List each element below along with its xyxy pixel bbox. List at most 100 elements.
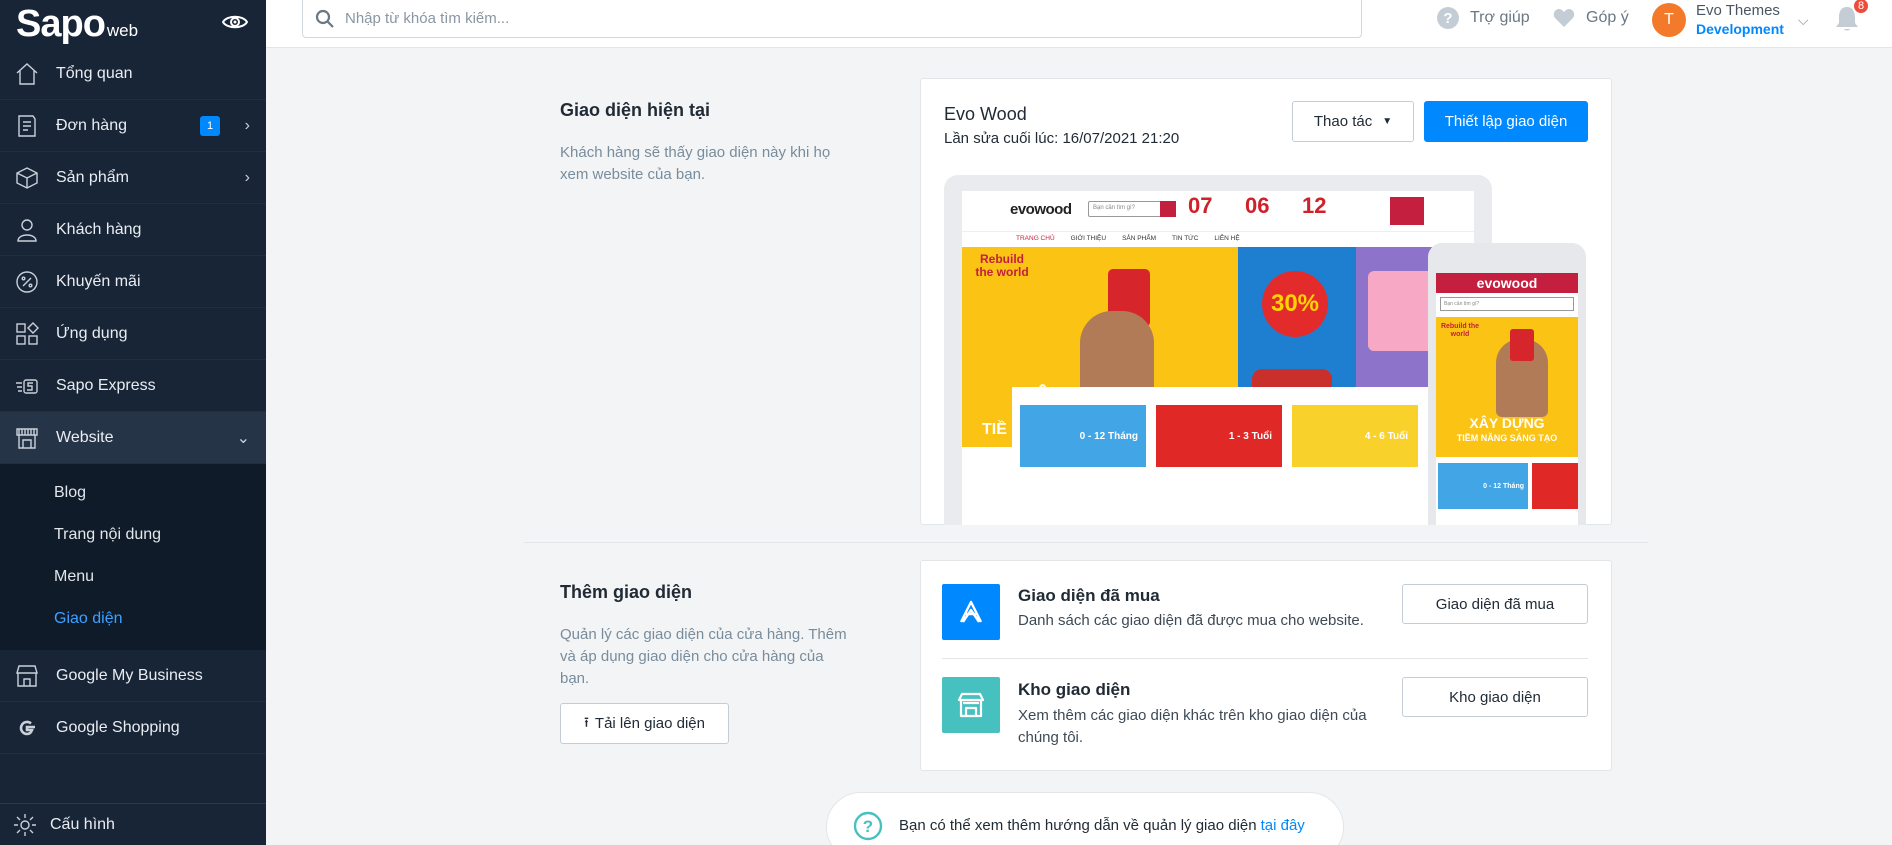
sidebar-item-settings[interactable]: Cấu hình: [0, 803, 266, 845]
purchased-themes-icon: [942, 584, 1000, 640]
sidebar-item-label: Website: [56, 428, 114, 446]
help-link[interactable]: ? Trợ giúp: [1436, 4, 1530, 32]
feedback-label: Góp ý: [1586, 9, 1629, 26]
help-link[interactable]: tại đây: [1261, 817, 1305, 834]
preview-hero-sub: TIỀ: [982, 421, 1007, 438]
card-divider: [942, 658, 1588, 659]
website-subnav: Blog Trang nội dung Menu Giao diện: [0, 464, 266, 650]
order-icon: [14, 113, 40, 139]
sidebar-item-dashboard[interactable]: Tổng quan: [0, 48, 266, 100]
preview-cart: [1390, 197, 1424, 225]
preview-age-tile: 1 - 3 Tuổi: [1156, 405, 1282, 467]
preview-promo: 30%: [1262, 271, 1328, 337]
subnav-item-themes[interactable]: Giao diện: [0, 598, 266, 640]
sidebar-item-label: Google My Business: [56, 666, 203, 684]
sidebar: Sapo web Tổng quan Đơn hàng 1 › Sản phẩm …: [0, 0, 266, 845]
upload-label: Tải lên giao diện: [594, 715, 705, 732]
mobile-search: Bạn cần tìm gì?: [1440, 297, 1574, 311]
feedback-link[interactable]: Góp ý: [1552, 4, 1629, 32]
discount-icon: [14, 269, 40, 295]
preview-age-tile: 0 - 12 Tháng: [1020, 405, 1146, 467]
preview-menu-item: TIN TỨC: [1172, 235, 1199, 242]
setup-theme-button[interactable]: Thiết lập giao diện: [1424, 101, 1588, 142]
chevron-down-icon: ⌵: [1797, 11, 1809, 28]
add-theme-desc: Quản lý các giao diện của cửa hàng. Thêm…: [560, 626, 847, 687]
subnav-item-pages[interactable]: Trang nội dung: [0, 514, 266, 556]
preview-menu-item: SẢN PHẨM: [1122, 235, 1157, 242]
sidebar-item-label: Cấu hình: [50, 815, 115, 833]
express-icon: [14, 373, 40, 399]
subnav-item-blog[interactable]: Blog: [0, 472, 266, 514]
user-info: Evo Themes Development: [1696, 2, 1784, 38]
user-role: Development: [1696, 21, 1784, 37]
sidebar-item-customers[interactable]: Khách hàng: [0, 204, 266, 256]
search-input[interactable]: [345, 10, 1325, 27]
actions-label: Thao tác: [1313, 113, 1373, 130]
home-icon: [14, 61, 40, 87]
search-icon: [315, 9, 334, 28]
section-divider: [524, 542, 1648, 543]
preview-counter: 07: [1188, 193, 1213, 218]
heart-icon: [1553, 9, 1575, 27]
sidebar-item-label: Sapo Express: [56, 376, 156, 394]
mobile-brand: evowood: [1436, 273, 1578, 293]
svg-text:?: ?: [863, 817, 873, 836]
preview-age-tile: 4 - 6 Tuổi: [1292, 405, 1418, 467]
sidebar-item-apps[interactable]: Ứng dụng: [0, 308, 266, 360]
question-circle-icon: ?: [853, 811, 883, 841]
chevron-down-icon: ⌄: [236, 429, 250, 447]
logo-row: Sapo web: [0, 0, 266, 48]
sidebar-item-promotions[interactable]: Khuyến mãi: [0, 256, 266, 308]
sidebar-item-website[interactable]: Website ⌄: [0, 412, 266, 464]
theme-store-icon: [942, 677, 1000, 733]
upload-theme-button[interactable]: ⭱ Tải lên giao diện: [560, 703, 729, 744]
sidebar-item-label: Ứng dụng: [56, 324, 128, 342]
topbar: ? Trợ giúp Góp ý T Evo Themes Developmen…: [266, 0, 1892, 48]
help-text: Bạn có thể xem thêm hướng dẫn về quản lý…: [899, 817, 1257, 834]
eye-icon[interactable]: [221, 13, 249, 36]
svg-text:?: ?: [1443, 10, 1452, 27]
current-theme-title: Giao diện hiện tại: [560, 100, 711, 120]
preview-divider: [962, 231, 1474, 232]
mobile-hero-tag: Rebuild the world: [1440, 323, 1480, 338]
upload-icon: ⭱: [584, 713, 589, 730]
sidebar-item-sapo-express[interactable]: Sapo Express: [0, 360, 266, 412]
notifications[interactable]: 8: [1832, 0, 1872, 40]
shop-icon: [14, 663, 40, 689]
mobile-preview: evowood Bạn cần tìm gì? Rebuild the worl…: [1428, 243, 1586, 525]
store-front-icon: [14, 425, 40, 451]
preview-menu-item: TRANG CHỦ: [1016, 235, 1055, 242]
mobile-screen: evowood Bạn cần tìm gì? Rebuild the worl…: [1436, 273, 1578, 525]
user-menu[interactable]: T Evo Themes Development ⌵: [1652, 2, 1809, 38]
help-label: Trợ giúp: [1470, 9, 1530, 26]
theme-store-desc: Xem thêm các giao diện khác trên kho gia…: [1018, 707, 1367, 746]
actions-dropdown[interactable]: Thao tác ▼: [1292, 101, 1414, 142]
sidebar-item-products[interactable]: Sản phẩm ›: [0, 152, 266, 204]
sidebar-item-google-shopping[interactable]: Google Shopping: [0, 702, 266, 754]
sidebar-item-google-my-business[interactable]: Google My Business: [0, 650, 266, 702]
preview-menu-item: GIỚI THIỆU: [1070, 235, 1107, 242]
preview-menu-item: LIÊN HỆ: [1214, 235, 1240, 242]
preview-search-btn: [1160, 201, 1176, 217]
mobile-hero-sub: TIỀM NĂNG SÁNG TẠO: [1456, 433, 1558, 443]
preview-counter: 06: [1245, 193, 1270, 218]
theme-name: Evo Wood: [944, 104, 1027, 124]
current-theme-desc: Khách hàng sẽ thấy giao diện này khi họ …: [560, 144, 831, 183]
subnav-item-menu[interactable]: Menu: [0, 556, 266, 598]
theme-store-button[interactable]: Kho giao diện: [1402, 677, 1588, 717]
chevron-right-icon: ›: [244, 116, 250, 134]
preview-counter: 12: [1302, 193, 1327, 218]
help-note: ? Bạn có thể xem thêm hướng dẫn về quản …: [826, 792, 1344, 845]
user-icon: [14, 217, 40, 243]
purchased-themes-title: Giao diện đã mua: [1018, 586, 1160, 605]
sidebar-item-orders[interactable]: Đơn hàng 1 ›: [0, 100, 266, 152]
sapo-logo[interactable]: Sapo web: [16, 3, 138, 46]
box-icon: [14, 165, 40, 191]
desktop-screen: evowood Bạn cần tìm gì? 07 06 12 TRANG C…: [962, 191, 1474, 525]
purchased-themes-button[interactable]: Giao diện đã mua: [1402, 584, 1588, 624]
mobile-age-tile-2: [1532, 463, 1578, 509]
desktop-preview: evowood Bạn cần tìm gì? 07 06 12 TRANG C…: [944, 175, 1492, 525]
search-box[interactable]: [302, 0, 1362, 38]
sidebar-item-label: Google Shopping: [56, 718, 180, 736]
user-name: Evo Themes: [1696, 2, 1780, 19]
